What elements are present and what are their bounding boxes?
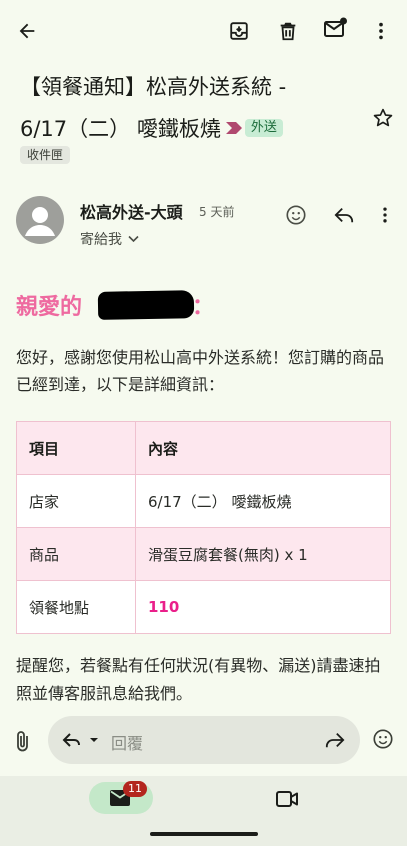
subject-line-2: 6/17（二） 噯鐵板燒 外送 xyxy=(20,108,350,150)
star-icon[interactable] xyxy=(372,107,394,129)
pickup-location-value: 110 xyxy=(135,580,391,634)
order-info-table: 項目 內容 店家 6/17（二） 噯鐵板燒 商品 滑蛋豆腐套餐(無肉) x 1 … xyxy=(16,421,391,634)
table-cell: 6/17（二） 噯鐵板燒 xyxy=(135,474,391,528)
attach-icon[interactable] xyxy=(13,729,33,753)
chevron-down-icon xyxy=(128,235,139,243)
table-header: 內容 xyxy=(135,421,391,475)
more-vert-icon[interactable] xyxy=(368,18,394,44)
table-row: 領餐地點 110 xyxy=(16,580,391,634)
table-cell: 商品 xyxy=(16,527,136,581)
recipient-toggle[interactable]: 寄給我 xyxy=(80,229,139,249)
reply-icon[interactable] xyxy=(333,205,355,225)
mail-unread-icon[interactable] xyxy=(322,16,348,42)
emoji-icon[interactable] xyxy=(372,728,394,750)
archive-icon[interactable] xyxy=(226,18,252,44)
forward-icon[interactable] xyxy=(324,730,346,750)
table-header-row: 項目 內容 xyxy=(16,421,391,475)
table-cell: 店家 xyxy=(16,474,136,528)
avatar[interactable] xyxy=(16,196,64,244)
sender-time: 5 天前 xyxy=(199,205,235,219)
table-header: 項目 xyxy=(16,421,136,475)
folder-chip[interactable]: 收件匣 xyxy=(20,146,71,164)
top-toolbar xyxy=(0,0,407,62)
sender-name[interactable]: 松高外送-大頭 xyxy=(80,199,183,223)
email-subject: 【領餐通知】松高外送系統 - 6/17（二） 噯鐵板燒 外送 xyxy=(20,66,350,150)
home-indicator xyxy=(150,832,258,836)
subject-line-2-text: 6/17（二） 噯鐵板燒 xyxy=(20,117,221,141)
label-importance-icon xyxy=(225,121,243,135)
recipient-label: 寄給我 xyxy=(80,232,122,248)
redacted-name xyxy=(97,290,195,320)
reply-mode-icon[interactable] xyxy=(62,731,102,749)
trash-icon[interactable] xyxy=(275,18,301,44)
table-cell: 領餐地點 xyxy=(16,580,136,634)
arrow-left-icon[interactable] xyxy=(14,18,40,44)
unread-count-badge: 11 xyxy=(123,781,147,797)
label-tag[interactable]: 外送 xyxy=(244,119,283,137)
greeting: 親愛的 xyxy=(16,295,83,320)
subject-line-1: 【領餐通知】松高外送系統 - xyxy=(20,75,287,99)
table-row: 店家 6/17（二） 噯鐵板燒 xyxy=(16,474,391,528)
message-more-icon[interactable] xyxy=(375,205,395,225)
table-cell: 滑蛋豆腐套餐(無肉) x 1 xyxy=(135,527,391,581)
table-row: 商品 滑蛋豆腐套餐(無肉) x 1 xyxy=(16,527,391,581)
video-camera-icon[interactable] xyxy=(275,789,299,809)
intro-text: 您好，感謝您使用松山高中外送系統！您訂購的商品已經到達，以下是詳細資訊： xyxy=(16,348,385,394)
greeting-suffix: ： xyxy=(192,295,215,320)
emoji-reaction-icon[interactable] xyxy=(285,204,307,226)
reminder-text: 提醒您，若餐點有任何狀況(有異物、漏送)請盡速拍照並傳客服訊息給我們。 xyxy=(16,656,381,703)
reply-placeholder[interactable]: 回覆 xyxy=(111,730,143,754)
